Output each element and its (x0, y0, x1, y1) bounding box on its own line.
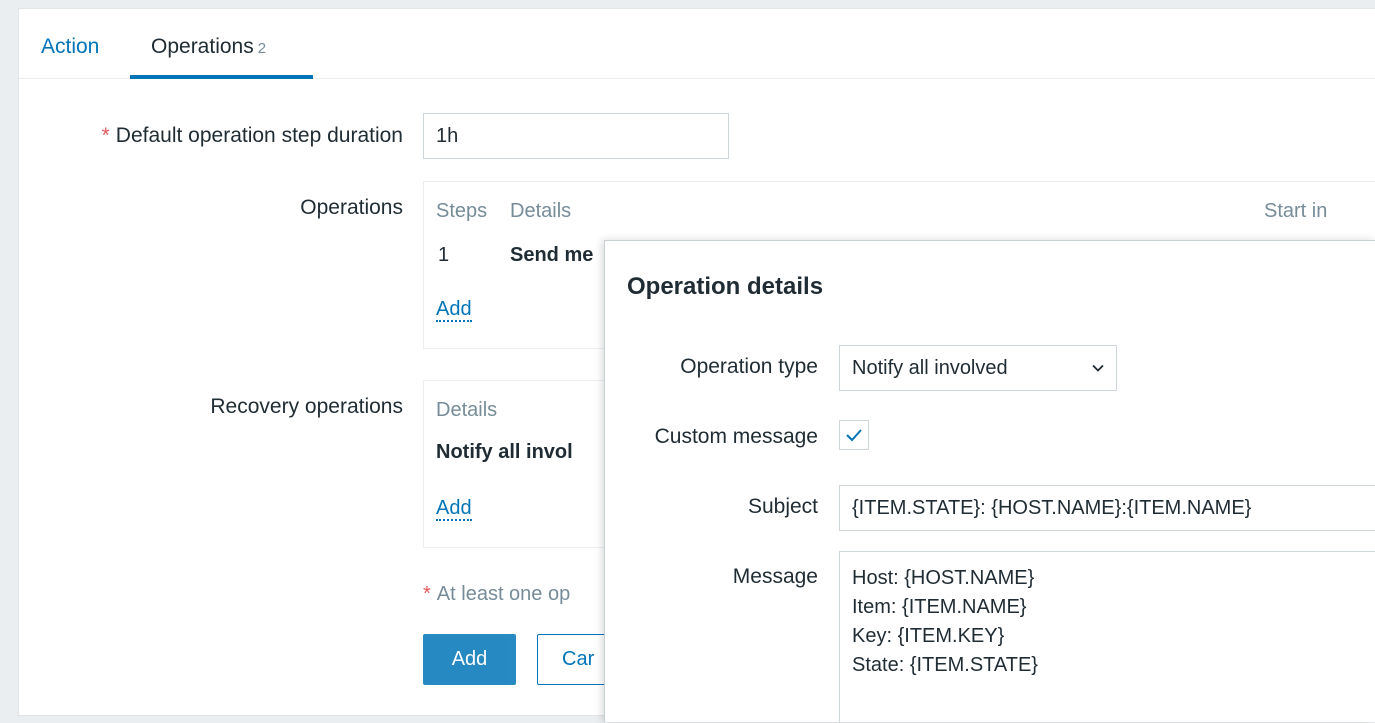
subject-label: Subject (747, 495, 818, 518)
message-label: Message (732, 565, 818, 588)
col-details-header: Details (510, 200, 572, 222)
tab-operations-label: Operations (151, 35, 254, 58)
chevron-down-icon (1092, 364, 1104, 372)
operation-type-value: Notify all involved (852, 356, 1008, 379)
tab-action[interactable]: Action (41, 35, 99, 59)
operation-type-label: Operation type (680, 355, 818, 378)
step-duration-label-text: Default operation step duration (115, 124, 403, 147)
checkmark-icon (846, 429, 862, 442)
operations-label: Operations (300, 196, 403, 219)
required-asterisk: * (101, 124, 110, 147)
tab-operations-count: 2 (257, 40, 267, 57)
add-button[interactable]: Add (423, 634, 516, 685)
message-textarea[interactable]: Host: {HOST.NAME} Item: {ITEM.NAME} Key:… (839, 551, 1375, 723)
col-steps-header: Steps (436, 200, 488, 222)
add-operation-link[interactable]: Add (436, 298, 472, 322)
custom-message-checkbox[interactable] (839, 420, 869, 450)
subject-input[interactable]: {ITEM.STATE}: {HOST.NAME}:{ITEM.NAME} (839, 485, 1375, 531)
tab-operations[interactable]: Operations 2 (151, 35, 266, 59)
recovery-details-cell: Notify all invol (436, 441, 573, 463)
add-recovery-operation-link[interactable]: Add (436, 497, 472, 521)
recovery-operations-label: Recovery operations (210, 395, 403, 418)
operations-required-hint: * At least one op (423, 583, 570, 606)
required-asterisk: * (423, 583, 431, 605)
dialog-title: Operation details (627, 273, 824, 300)
operations-required-hint-text: At least one op (436, 583, 571, 605)
recovery-col-details-header: Details (436, 399, 498, 421)
operation-details-cell: Send me (510, 244, 594, 266)
active-tab-indicator (130, 75, 313, 79)
operation-step-cell: 1 (438, 244, 450, 266)
step-duration-input[interactable]: 1h (423, 113, 729, 159)
col-start-in-header: Start in (1264, 200, 1328, 222)
step-duration-label: * Default operation step duration (102, 124, 403, 148)
operation-details-dialog: Operation details Operation type Notify … (604, 240, 1375, 723)
operation-type-select[interactable]: Notify all involved (839, 345, 1117, 391)
custom-message-label: Custom message (654, 425, 818, 448)
tab-bar: Action Operations 2 (19, 9, 1375, 79)
